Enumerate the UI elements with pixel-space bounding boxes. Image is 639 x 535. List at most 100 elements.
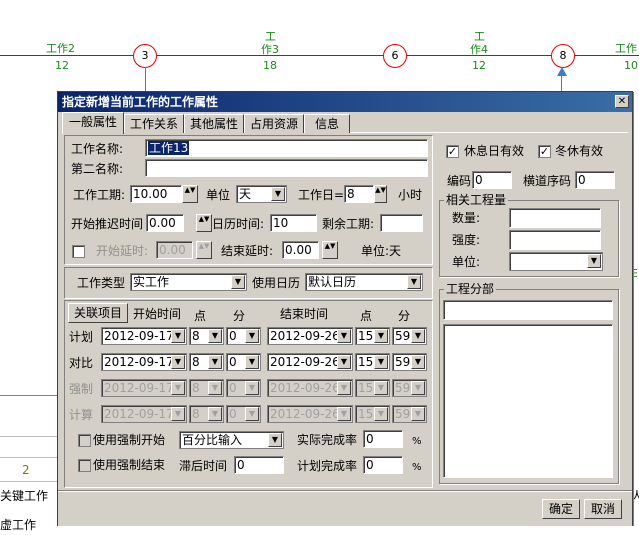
- chevron-down-icon[interactable]: ▼: [337, 381, 351, 395]
- end-date-select[interactable]: 2012-09-26 ▼: [267, 327, 353, 345]
- work-name[interactable]: 工作2: [46, 40, 75, 56]
- close-icon[interactable]: ✕: [615, 95, 629, 108]
- end-hour-select[interactable]: 15 ▼: [355, 379, 390, 397]
- end-date-select[interactable]: 2012-09-26 ▼: [267, 405, 353, 423]
- chevron-down-icon[interactable]: ▼: [337, 355, 351, 369]
- start-delay-field[interactable]: 0.00: [146, 214, 184, 232]
- division-list[interactable]: [443, 324, 613, 478]
- dialog-title[interactable]: 指定新增当前工作的工作属性: [58, 92, 632, 112]
- chevron-down-icon[interactable]: ▼: [411, 329, 425, 343]
- tab-resources[interactable]: 占用资源: [244, 114, 304, 133]
- chevron-down-icon[interactable]: ▼: [171, 381, 185, 395]
- chevron-down-icon[interactable]: ▼: [268, 433, 282, 447]
- work-name[interactable]: 工作: [615, 40, 637, 56]
- work-name[interactable]: 作4: [470, 41, 488, 57]
- end-date-select[interactable]: 2012-09-26 ▼: [267, 379, 353, 397]
- start-date-select[interactable]: 2012-09-17 ▼: [101, 327, 187, 345]
- ok-button[interactable]: 确定: [542, 499, 580, 519]
- start-delay-spinner[interactable]: ▲▼: [196, 214, 212, 232]
- chevron-down-icon[interactable]: ▼: [407, 275, 421, 289]
- chevron-down-icon[interactable]: ▼: [208, 355, 222, 369]
- duration-field[interactable]: 10.00: [130, 185, 182, 203]
- workday-spinner[interactable]: ▲▼: [374, 185, 387, 203]
- remaining-field[interactable]: [380, 214, 423, 232]
- start-lag-field[interactable]: 0.00: [156, 241, 193, 259]
- start-hour-select[interactable]: 8 ▼: [189, 379, 224, 397]
- end-hour-select[interactable]: 15 ▼: [355, 405, 390, 423]
- start-hour-select[interactable]: 8 ▼: [189, 405, 224, 423]
- end-hour-select[interactable]: 15 ▼: [355, 353, 390, 371]
- cancel-button[interactable]: 取消: [584, 499, 622, 519]
- start-minute-select[interactable]: 0 ▼: [226, 379, 261, 397]
- network-node[interactable]: 6: [383, 44, 407, 68]
- chevron-down-icon[interactable]: ▼: [208, 329, 222, 343]
- chevron-down-icon[interactable]: ▼: [245, 407, 259, 421]
- chevron-down-icon[interactable]: ▼: [171, 355, 185, 369]
- seq-field[interactable]: 0: [575, 171, 615, 189]
- end-lag-spinner[interactable]: ▲▼: [322, 241, 338, 259]
- chevron-down-icon[interactable]: ▼: [208, 407, 222, 421]
- division-field[interactable]: [443, 300, 613, 320]
- rest-day-checkbox[interactable]: ✓: [446, 145, 459, 158]
- start-hour-select[interactable]: 8 ▼: [189, 353, 224, 371]
- chevron-down-icon[interactable]: ▼: [208, 381, 222, 395]
- chevron-down-icon[interactable]: ▼: [171, 329, 185, 343]
- work-name[interactable]: 作3: [261, 41, 279, 57]
- chevron-down-icon[interactable]: ▼: [245, 355, 259, 369]
- calendar-time-field[interactable]: 10: [270, 214, 317, 232]
- end-date-select[interactable]: 2012-09-26 ▼: [267, 353, 353, 371]
- start-date-select[interactable]: 2012-09-17 ▼: [101, 405, 187, 423]
- start-hour-select[interactable]: 8 ▼: [189, 327, 224, 345]
- force-end-checkbox[interactable]: [78, 459, 91, 472]
- chevron-down-icon[interactable]: ▼: [411, 407, 425, 421]
- end-minute-select[interactable]: 59 ▼: [392, 353, 427, 371]
- chevron-down-icon[interactable]: ▼: [231, 275, 245, 289]
- start-date-select[interactable]: 2012-09-17 ▼: [101, 353, 187, 371]
- start-date-select[interactable]: 2012-09-17 ▼: [101, 379, 187, 397]
- chevron-down-icon[interactable]: ▼: [337, 407, 351, 421]
- chevron-down-icon[interactable]: ▼: [374, 355, 388, 369]
- chevron-down-icon[interactable]: ▼: [411, 381, 425, 395]
- start-minute-select[interactable]: 0 ▼: [226, 353, 261, 371]
- start-lag-spinner[interactable]: ▲▼: [196, 241, 212, 259]
- workday-field[interactable]: 8: [344, 185, 374, 203]
- force-start-checkbox[interactable]: [78, 434, 91, 447]
- chevron-down-icon[interactable]: ▼: [411, 355, 425, 369]
- second-name-field[interactable]: [145, 159, 428, 177]
- end-minute-select[interactable]: 59 ▼: [392, 405, 427, 423]
- duration-spinner[interactable]: ▲▼: [182, 185, 198, 203]
- unit-select[interactable]: 天 ▼: [236, 185, 287, 203]
- tab-general[interactable]: 一般属性: [62, 112, 124, 134]
- intensity-field[interactable]: [509, 230, 601, 250]
- chevron-down-icon[interactable]: ▼: [374, 381, 388, 395]
- end-minute-select[interactable]: 59 ▼: [392, 327, 427, 345]
- winter-rest-checkbox[interactable]: ✓: [538, 145, 551, 158]
- qty-unit-select[interactable]: ▼: [509, 252, 603, 271]
- tab-info[interactable]: 信息: [304, 114, 350, 133]
- code-field[interactable]: 0: [472, 171, 512, 189]
- work-type-select[interactable]: 实工作 ▼: [130, 273, 247, 291]
- plan-rate-field[interactable]: 0: [363, 456, 403, 474]
- end-hour-select[interactable]: 15 ▼: [355, 327, 390, 345]
- actual-rate-field[interactable]: 0: [363, 430, 403, 448]
- network-node[interactable]: 8: [551, 44, 575, 68]
- end-minute-select[interactable]: 59 ▼: [392, 379, 427, 397]
- qty-field[interactable]: [509, 208, 601, 228]
- related-project-button[interactable]: 关联项目: [68, 303, 128, 323]
- start-lag-checkbox[interactable]: [72, 245, 85, 258]
- network-node[interactable]: 3: [133, 44, 157, 68]
- start-minute-select[interactable]: 0 ▼: [226, 327, 261, 345]
- chevron-down-icon[interactable]: ▼: [245, 381, 259, 395]
- calendar-select[interactable]: 默认日历 ▼: [305, 273, 423, 291]
- chevron-down-icon[interactable]: ▼: [171, 407, 185, 421]
- chevron-down-icon[interactable]: ▼: [245, 329, 259, 343]
- work-name-field[interactable]: 工作13: [145, 139, 428, 157]
- chevron-down-icon[interactable]: ▼: [271, 187, 285, 201]
- chevron-down-icon[interactable]: ▼: [374, 407, 388, 421]
- percent-input-select[interactable]: 百分比输入 ▼: [179, 431, 284, 449]
- start-minute-select[interactable]: 0 ▼: [226, 405, 261, 423]
- chevron-down-icon[interactable]: ▼: [337, 329, 351, 343]
- tab-relations[interactable]: 工作关系: [124, 114, 184, 133]
- end-lag-field[interactable]: 0.00: [282, 241, 319, 259]
- chevron-down-icon[interactable]: ▼: [587, 254, 601, 268]
